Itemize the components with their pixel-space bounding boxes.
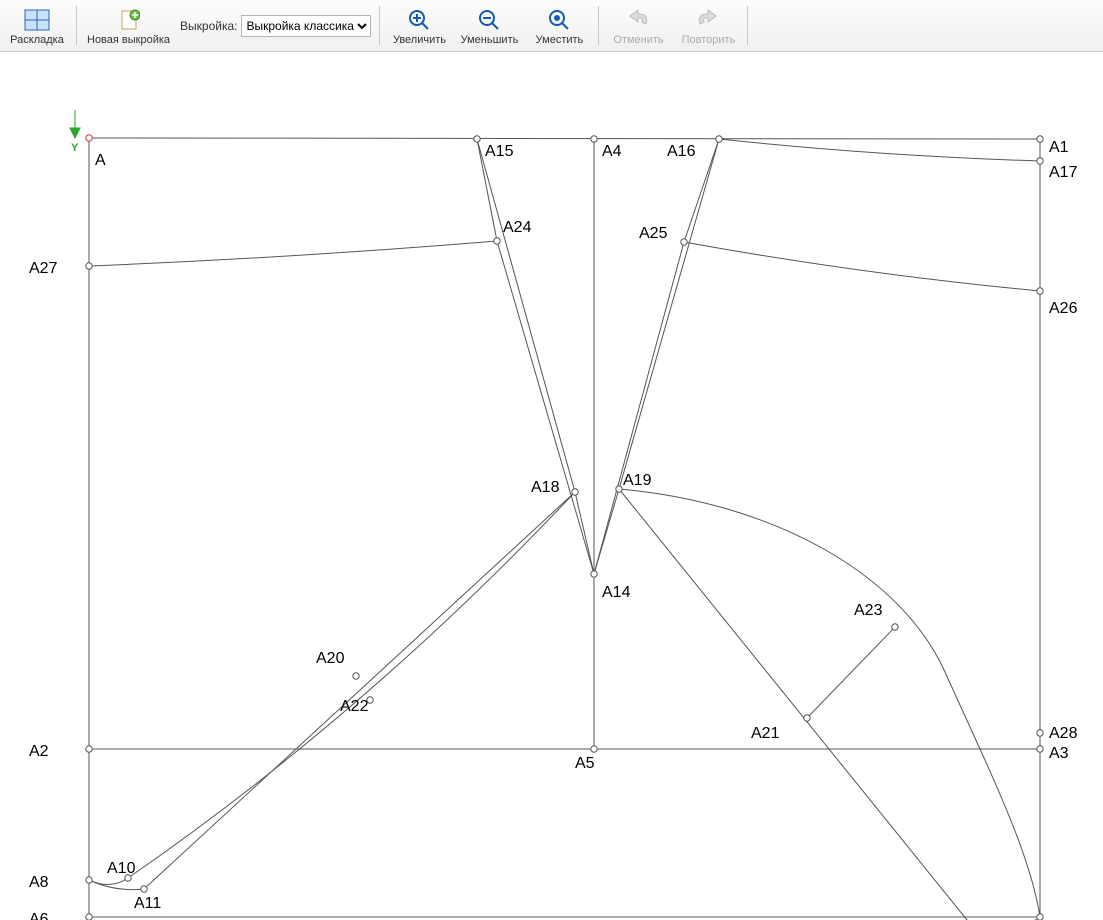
zoom-in-label: Увеличить: [393, 34, 446, 46]
zoom-in-button[interactable]: Увеличить: [384, 0, 454, 51]
point-label: A15: [485, 143, 513, 161]
undo-button: Отменить: [603, 0, 673, 51]
undo-icon: [626, 7, 650, 33]
redo-label: Повторить: [682, 34, 736, 46]
zoom-out-icon: [477, 7, 501, 33]
point-marker[interactable]: [1037, 288, 1043, 294]
point-label: A: [95, 152, 106, 170]
point-marker[interactable]: [1037, 158, 1043, 164]
redo-button: Повторить: [673, 0, 743, 51]
point-label: A23: [854, 602, 882, 620]
point-label: A18: [531, 479, 559, 497]
point-label: A10: [107, 860, 135, 878]
point-marker[interactable]: [616, 486, 622, 492]
point-label: A3: [1049, 745, 1069, 763]
point-marker[interactable]: [804, 715, 810, 721]
point-label: A22: [340, 698, 368, 716]
point-label: A24: [503, 219, 531, 237]
redo-icon: [696, 7, 720, 33]
point-marker[interactable]: [892, 624, 898, 630]
point-label: A1: [1049, 139, 1069, 157]
point-marker[interactable]: [591, 746, 597, 752]
point-label: A28: [1049, 725, 1077, 743]
canvas-area[interactable]: Y A A1 A15 A4 A16 A17 A24 A25 A27 A26 A18 A19 A14 A23…: [0, 52, 1103, 920]
zoom-out-button[interactable]: Уменьшить: [454, 0, 524, 51]
point-marker[interactable]: [353, 673, 359, 679]
point-label: A20: [316, 650, 344, 668]
point-marker[interactable]: [141, 886, 147, 892]
point-label: A16: [667, 143, 695, 161]
undo-label: Отменить: [613, 34, 663, 46]
separator: [747, 6, 748, 45]
point-marker[interactable]: [572, 489, 578, 495]
point-label: A21: [751, 725, 779, 743]
point-marker[interactable]: [1037, 136, 1043, 142]
pattern-select-group: Выкройка: Выкройка классика: [176, 0, 375, 51]
point-label: A8: [29, 874, 49, 892]
zoom-in-icon: [407, 7, 431, 33]
separator: [379, 6, 380, 45]
point-marker[interactable]: [494, 238, 500, 244]
point-label: A6: [29, 911, 49, 920]
point-marker[interactable]: [681, 239, 687, 245]
new-pattern-icon: [118, 7, 140, 33]
point-marker[interactable]: [86, 877, 92, 883]
point-label: A2: [29, 743, 49, 761]
pattern-select-label: Выкройка:: [180, 19, 237, 33]
point-marker[interactable]: [1037, 746, 1043, 752]
point-marker[interactable]: [86, 746, 92, 752]
zoom-fit-label: Уместить: [536, 34, 584, 46]
point-marker[interactable]: [1037, 730, 1043, 736]
new-pattern-label: Новая выкройка: [87, 34, 170, 46]
point-marker[interactable]: [716, 136, 722, 142]
point-marker[interactable]: [86, 263, 92, 269]
point-label: A11: [134, 895, 161, 913]
layout-label: Раскладка: [10, 34, 64, 46]
layout-button[interactable]: Раскладка: [2, 0, 72, 51]
y-axis-label: Y: [71, 142, 78, 154]
separator: [76, 6, 77, 45]
zoom-out-label: Уменьшить: [461, 34, 519, 46]
new-pattern-button[interactable]: Новая выкройка: [81, 0, 176, 51]
pattern-select[interactable]: Выкройка классика: [241, 15, 371, 37]
zoom-fit-icon: [547, 7, 571, 33]
toolbar: Раскладка Новая выкройка Выкройка: Выкро…: [0, 0, 1103, 52]
point-label: A4: [602, 143, 622, 161]
point-marker[interactable]: [86, 914, 92, 920]
point-marker[interactable]: [591, 136, 597, 142]
point-label: A5: [575, 755, 595, 773]
point-marker[interactable]: [474, 136, 480, 142]
point-label: A17: [1049, 164, 1077, 182]
point-label: A25: [639, 225, 667, 243]
point-label: A14: [602, 584, 630, 602]
point-label: A19: [623, 472, 651, 490]
layout-icon: [24, 7, 50, 33]
point-marker[interactable]: [591, 571, 597, 577]
point-label: A26: [1049, 300, 1077, 318]
separator: [598, 6, 599, 45]
zoom-fit-button[interactable]: Уместить: [524, 0, 594, 51]
point-label: A27: [29, 260, 57, 278]
point-marker[interactable]: [1037, 914, 1043, 920]
